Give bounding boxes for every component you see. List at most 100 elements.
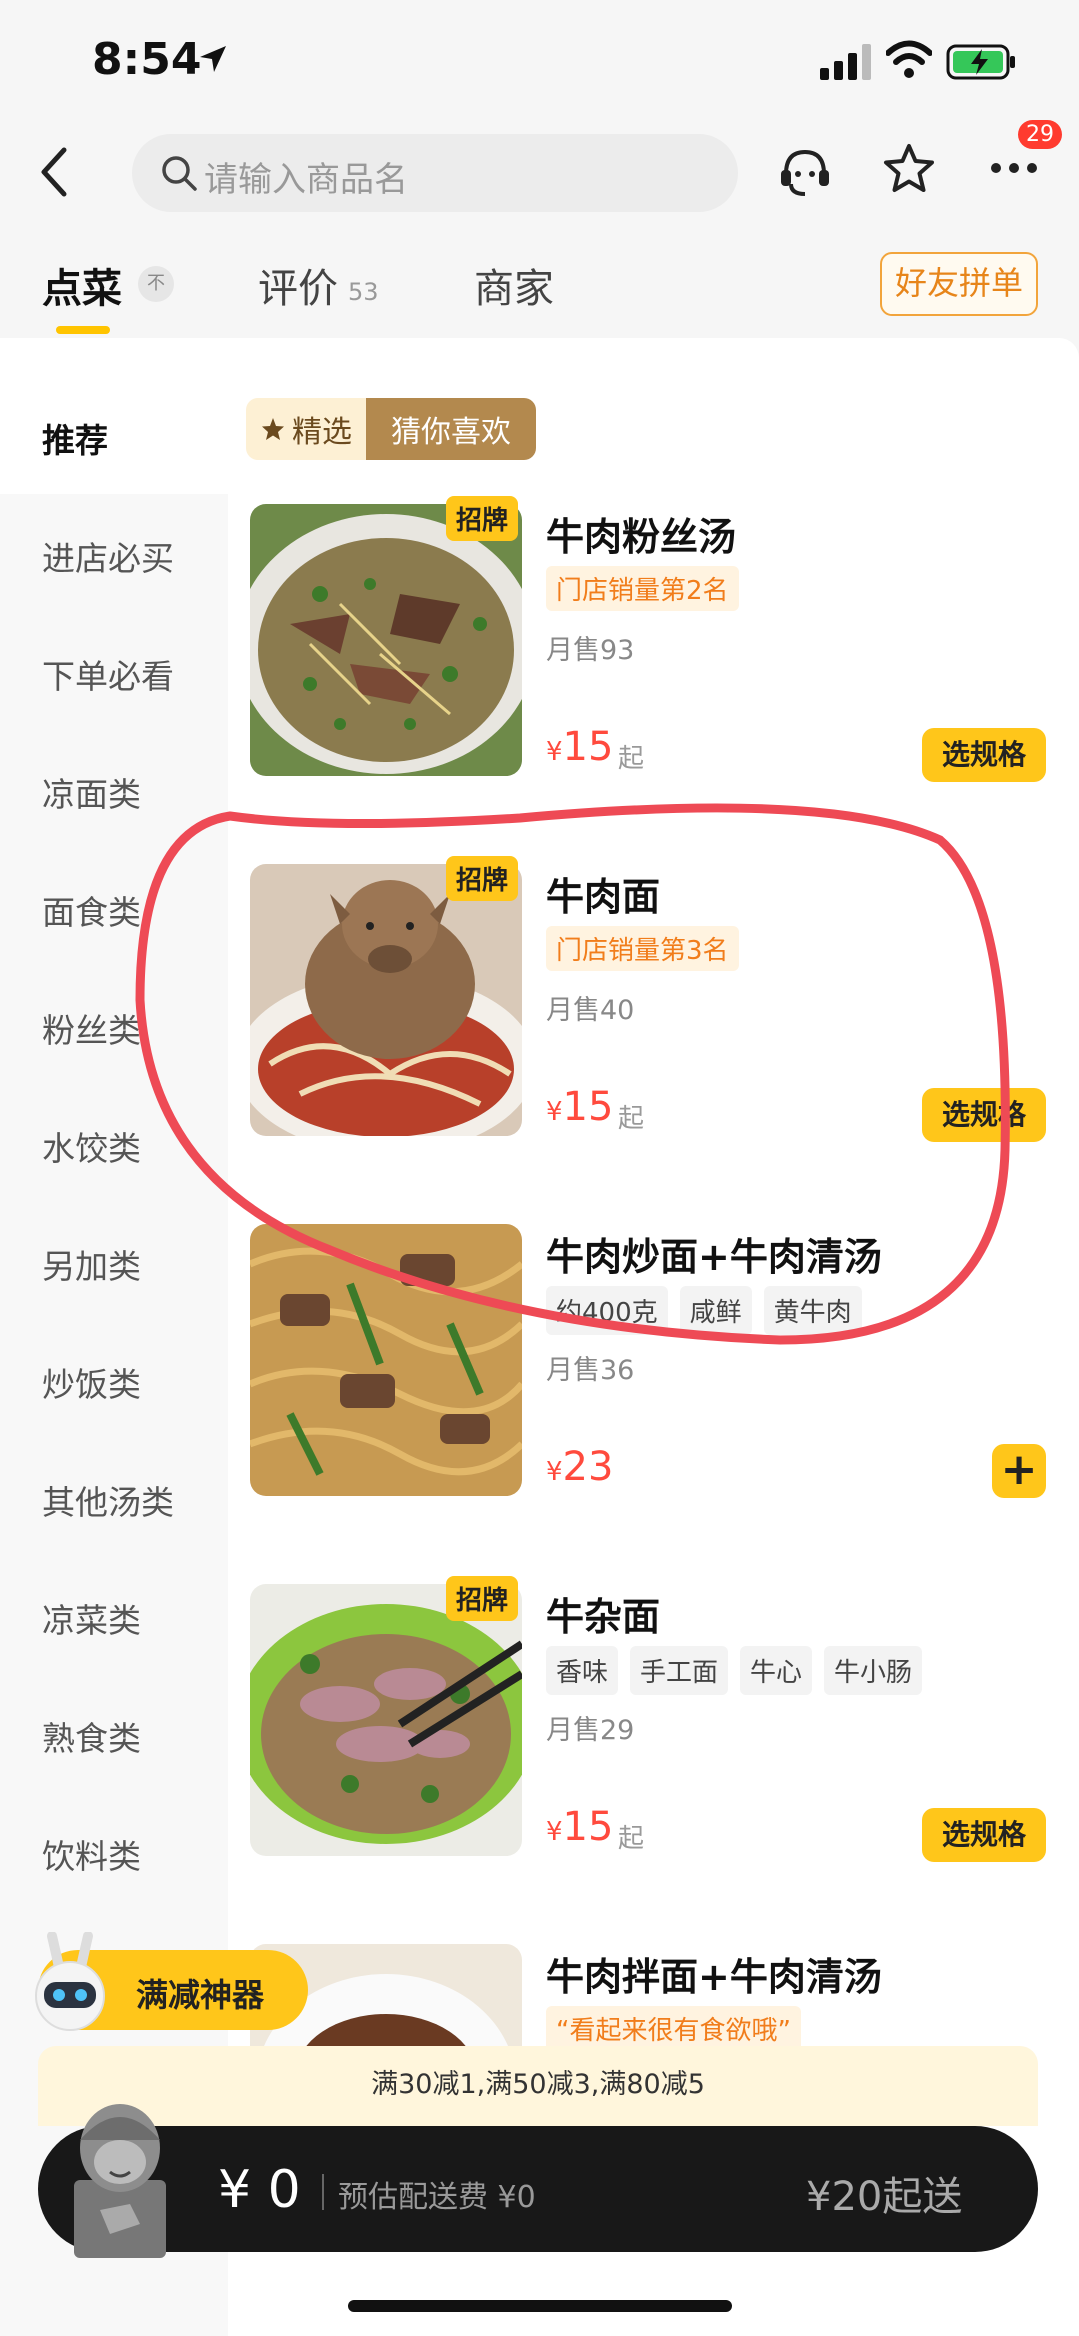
price-currency: ¥	[546, 1457, 563, 1487]
item-price: ¥15	[546, 1084, 613, 1130]
delivery-rider-icon	[74, 2104, 166, 2258]
sidebar-item-extras[interactable]: 另加类	[42, 1240, 141, 1288]
beef-fried-noodles-photo	[250, 1224, 522, 1496]
choose-spec-button[interactable]: 选规格	[922, 728, 1046, 782]
signature-badge: 招牌	[446, 856, 519, 901]
price-value: 15	[562, 1084, 614, 1130]
sidebar-item-cold-noodles[interactable]: 凉面类	[42, 768, 141, 816]
sidebar-item-cooked-food[interactable]: 熟食类	[42, 1712, 141, 1760]
sidebar-item-vermicelli[interactable]: 粉丝类	[42, 1004, 141, 1052]
menu-item[interactable]: 牛肉炒面+牛肉清汤 约400克 咸鲜 黄牛肉 月售36 ¥23 +	[246, 1224, 1046, 1514]
signature-badge: 招牌	[446, 496, 519, 541]
cart-divider	[322, 2174, 324, 2210]
discount-helper-label: 满减神器	[136, 1976, 265, 2014]
item-price: ¥15	[546, 724, 613, 770]
customer-service-icon[interactable]	[778, 144, 832, 198]
price-value: 23	[562, 1444, 614, 1490]
item-tag: 黄牛肉	[763, 1286, 862, 1335]
sidebar-item-cold-dishes[interactable]: 凉菜类	[42, 1594, 141, 1642]
signature-badge: 招牌	[446, 1576, 519, 1621]
item-title: 牛肉粉丝汤	[546, 515, 737, 559]
item-title: 牛杂面	[546, 1595, 661, 1639]
group-order-button[interactable]: 好友拼单	[880, 252, 1038, 316]
item-price: ¥23	[546, 1444, 613, 1490]
more-icon[interactable]	[990, 156, 1038, 180]
sidebar-item-read-first[interactable]: 下单必看	[42, 650, 174, 698]
price-currency: ¥	[546, 737, 563, 767]
star-icon	[262, 418, 284, 440]
item-price: ¥15	[546, 1804, 613, 1850]
monthly-sales: 月售29	[546, 1715, 635, 1746]
item-title: 牛肉炒面+牛肉清汤	[546, 1235, 882, 1279]
price-value: 15	[562, 724, 614, 770]
status-time: 8:54	[92, 34, 202, 85]
choose-spec-button[interactable]: 选规格	[922, 1088, 1046, 1142]
sidebar-active-bg	[0, 338, 228, 494]
item-tag: 咸鲜	[679, 1286, 752, 1335]
minimum-order: ¥20起送	[806, 2174, 963, 2220]
beef-noodles-photo	[250, 864, 522, 1136]
sidebar-item-recommend[interactable]: 推荐	[42, 414, 108, 462]
monthly-sales: 月售36	[546, 1355, 635, 1386]
item-tags: 香味 手工面 牛心 牛小肠	[546, 1646, 923, 1695]
item-title: 牛肉拌面+牛肉清汤	[546, 1955, 882, 1999]
price-from-label: 起	[618, 1104, 645, 1134]
beef-offal-noodles-photo	[250, 1584, 522, 1856]
tab-bar: 点菜 不 评价 53 商家 好友拼单	[0, 230, 1079, 338]
price-from-label: 起	[618, 744, 645, 774]
delivery-fee: 预估配送费 ¥0	[338, 2180, 536, 2215]
sales-rank-badge: 门店销量第3名	[546, 926, 739, 971]
nav-bar: 请输入商品名 29	[0, 120, 1079, 230]
location-arrow-icon	[200, 46, 226, 72]
add-to-cart-button[interactable]: +	[992, 1444, 1046, 1498]
search-placeholder: 请输入商品名	[204, 160, 408, 200]
back-icon[interactable]	[34, 144, 74, 200]
robot-mascot-icon	[35, 1932, 105, 2031]
filter-featured-label: 精选	[292, 415, 352, 450]
sales-rank-badge: 门店销量第2名	[546, 566, 739, 611]
item-tag: 约400克	[546, 1286, 668, 1335]
filter-featured[interactable]: 精选	[246, 398, 366, 460]
item-tag: 牛心	[740, 1646, 813, 1695]
sidebar-item-drinks[interactable]: 饮料类	[42, 1830, 141, 1878]
tab-active-indicator	[56, 326, 110, 334]
tab-shop[interactable]: 商家	[474, 256, 554, 314]
price-currency: ¥	[546, 1097, 563, 1127]
price-from-label: 起	[618, 1824, 645, 1854]
item-tags: 约400克 咸鲜 黄牛肉	[546, 1286, 862, 1335]
choose-spec-button[interactable]: 选规格	[922, 1808, 1046, 1862]
tab-order[interactable]: 点菜	[42, 256, 122, 314]
filter-chip: 精选 猜你喜欢	[246, 398, 536, 460]
search-icon	[162, 156, 197, 191]
sidebar-item-fried-rice[interactable]: 炒饭类	[42, 1358, 141, 1406]
item-review-quote: “看起来很有食欲哦”	[546, 2006, 801, 2051]
item-tag: 手工面	[630, 1646, 729, 1695]
monthly-sales: 月售93	[546, 635, 635, 666]
sidebar-item-noodles[interactable]: 面食类	[42, 886, 141, 934]
beef-vermicelli-soup-photo	[250, 504, 522, 776]
review-count: 53	[348, 278, 379, 306]
sidebar-item-must-buy[interactable]: 进店必买	[42, 532, 174, 580]
menu-item[interactable]: 招牌 牛肉面 门店销量第3名 月售40 ¥15 起 选规格	[246, 856, 1046, 1154]
battery-charging-icon	[946, 44, 1015, 80]
sidebar-item-dumplings[interactable]: 水饺类	[42, 1122, 141, 1170]
home-indicator	[348, 2300, 732, 2312]
sidebar-item-other-soups[interactable]: 其他汤类	[42, 1476, 174, 1524]
cart-total: ¥ 0	[218, 2160, 301, 2220]
favorite-star-icon[interactable]	[882, 142, 936, 196]
item-tag: 牛小肠	[824, 1646, 923, 1695]
monthly-sales: 月售40	[546, 995, 635, 1026]
wifi-icon	[886, 40, 932, 78]
sort-toggle-icon[interactable]: 不	[138, 266, 174, 302]
search-input[interactable]: 请输入商品名	[132, 134, 738, 212]
menu-item[interactable]: 招牌 牛肉粉丝汤 门店销量第2名 月售93 ¥15 起 选规格	[246, 496, 1046, 794]
notification-badge: 29	[1018, 120, 1062, 149]
item-title: 牛肉面	[546, 875, 661, 919]
menu-item[interactable]: 牛肉拌面+牛肉清汤 “看起来很有食欲哦”	[246, 1944, 1046, 2054]
filter-guess[interactable]: 猜你喜欢	[366, 398, 536, 460]
tab-review[interactable]: 评价	[258, 256, 338, 314]
item-tag: 香味	[546, 1646, 619, 1695]
price-value: 15	[562, 1804, 614, 1850]
menu-item[interactable]: 招牌 牛杂面 香味 手工面 牛心 牛小肠 月售29 ¥15 起 选规格	[246, 1576, 1046, 1874]
status-bar: 8:54	[0, 0, 1079, 120]
